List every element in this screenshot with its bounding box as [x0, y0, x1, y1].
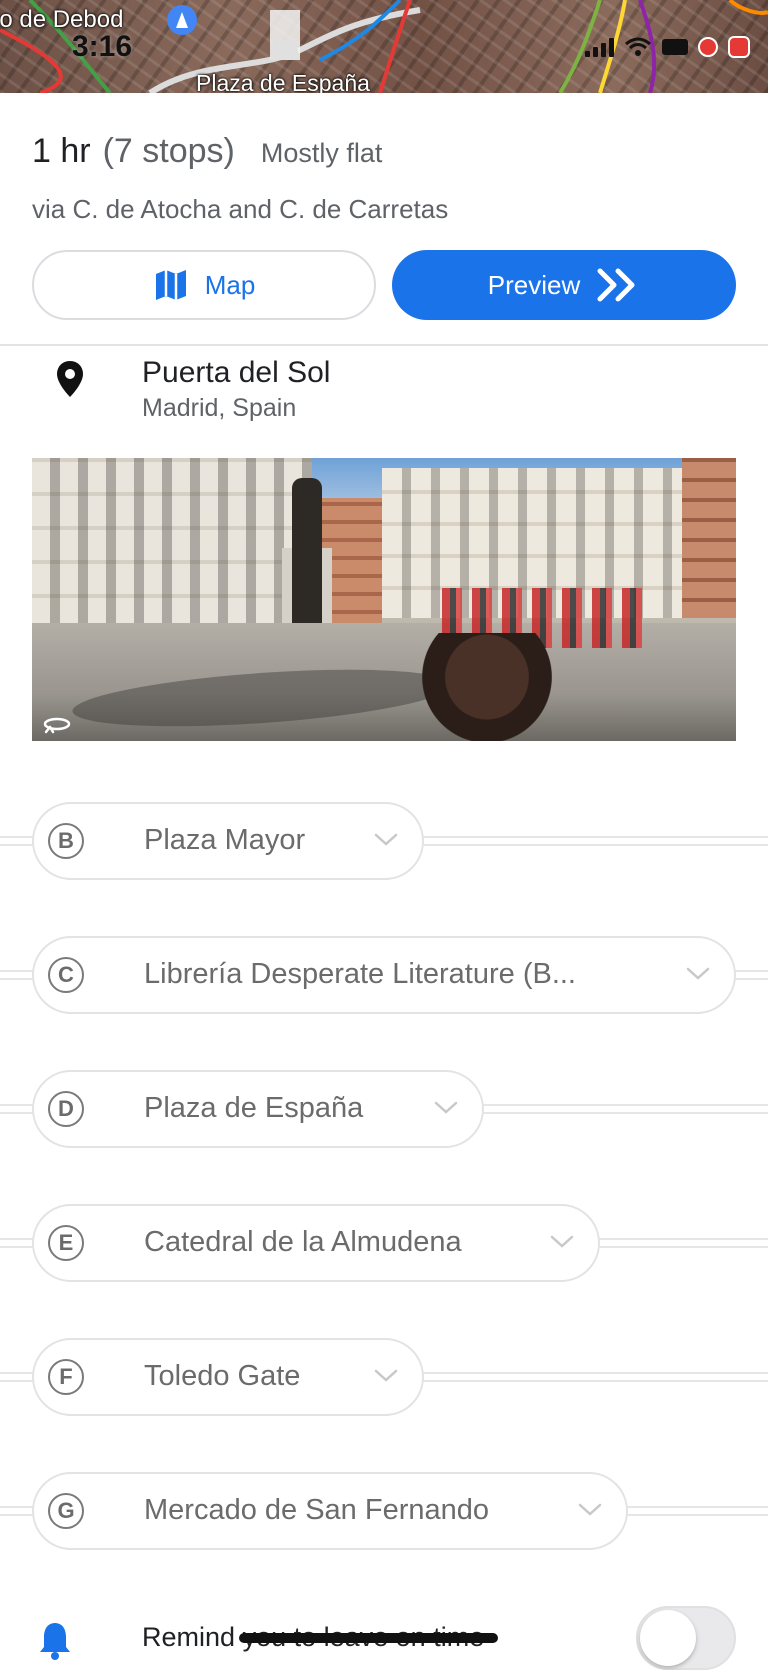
stop-letter-badge: F	[48, 1359, 84, 1395]
stop-row: D Plaza de España	[0, 1070, 768, 1148]
stop-name: Librería Desperate Literature (B...	[144, 958, 576, 990]
toggle-knob	[640, 1610, 696, 1666]
photo-building	[32, 458, 312, 628]
route-via: via C. de Atocha and C. de Carretas	[32, 194, 449, 224]
map-button[interactable]: Map	[32, 250, 376, 320]
map-plaza-label: Plaza de España	[196, 70, 370, 93]
stop-name: Toledo Gate	[144, 1360, 301, 1392]
double-chevron-right-icon	[597, 268, 635, 302]
remind-label: Remind you to leave on time	[142, 1622, 484, 1653]
start-location-subtitle: Madrid, Spain	[142, 394, 297, 422]
stop-row: C Librería Desperate Literature (B...	[0, 936, 768, 1014]
stop-pill[interactable]: F Toledo Gate	[32, 1338, 424, 1416]
chevron-down-icon	[550, 1235, 574, 1248]
stop-pill[interactable]: B Plaza Mayor	[32, 802, 424, 880]
preview-button-label: Preview	[487, 269, 581, 300]
chevron-down-icon	[686, 967, 710, 980]
stop-letter-badge: G	[48, 1493, 84, 1529]
chevron-down-icon	[578, 1503, 602, 1516]
stop-name: Mercado de San Fernando	[144, 1494, 489, 1526]
map-icon	[155, 270, 186, 300]
stop-letter-badge: E	[48, 1225, 84, 1261]
transit-alert-icon	[698, 37, 718, 57]
remind-label-text: Remind	[142, 1622, 236, 1652]
status-time: 3:16	[72, 30, 133, 63]
status-icons	[585, 36, 750, 58]
cellular-signal-icon	[585, 37, 614, 57]
street-view-photo[interactable]	[32, 458, 736, 741]
stop-row: B Plaza Mayor	[0, 802, 768, 880]
map-strip[interactable]: lo de Debod Plaza de España 3:16	[0, 0, 768, 93]
chevron-down-icon	[434, 1101, 458, 1114]
stop-row: F Toledo Gate	[0, 1338, 768, 1416]
stop-pill[interactable]: G Mercado de San Fernando	[32, 1472, 628, 1550]
stop-name: Plaza de España	[144, 1092, 364, 1124]
chevron-down-icon	[374, 833, 398, 846]
stop-pill[interactable]: C Librería Desperate Literature (B...	[32, 936, 736, 1014]
photo-building	[682, 458, 736, 618]
stop-name: Catedral de la Almudena	[144, 1226, 462, 1258]
stop-letter-badge: B	[48, 823, 84, 859]
360-rotate-icon	[43, 717, 71, 734]
route-duration: 1 hr	[32, 132, 91, 170]
stop-name: Plaza Mayor	[144, 824, 306, 856]
stop-row: G Mercado de San Fernando	[0, 1472, 768, 1550]
photo-person	[422, 633, 552, 741]
remind-toggle[interactable]	[636, 1606, 736, 1670]
route-summary: 1 hr (7 stops) Mostly flat	[32, 132, 382, 171]
wifi-icon	[625, 37, 651, 56]
train-icon	[728, 36, 750, 58]
battery-icon	[662, 39, 688, 55]
stop-pill[interactable]: E Catedral de la Almudena	[32, 1204, 600, 1282]
remind-struck-text: you to leave on time	[242, 1622, 485, 1652]
stop-pill[interactable]: D Plaza de España	[32, 1070, 484, 1148]
photo-statue	[292, 478, 322, 628]
stop-letter-badge: C	[48, 957, 84, 993]
route-stops-count: (7 stops)	[102, 132, 235, 170]
map-button-label: Map	[204, 269, 256, 300]
section-divider	[0, 344, 768, 346]
chevron-down-icon	[374, 1369, 398, 1382]
bell-icon	[40, 1623, 70, 1660]
stop-letter-badge: D	[48, 1091, 84, 1127]
start-location-name[interactable]: Puerta del Sol	[142, 356, 330, 390]
stop-row: E Catedral de la Almudena	[0, 1204, 768, 1282]
route-terrain: Mostly flat	[260, 138, 383, 168]
location-pin-icon	[57, 361, 83, 397]
preview-button[interactable]: Preview	[392, 250, 736, 320]
